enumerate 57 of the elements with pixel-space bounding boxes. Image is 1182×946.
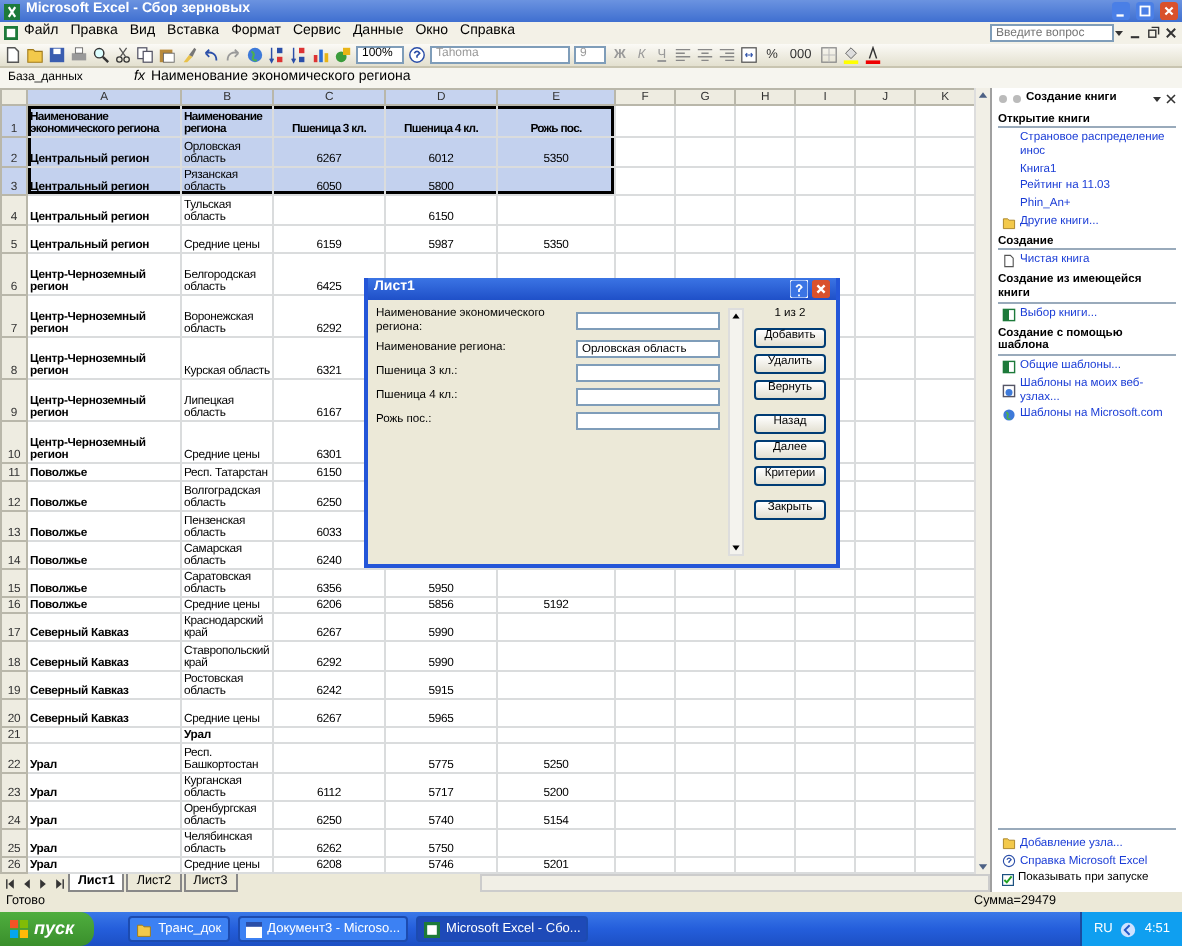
bar-chart-icon[interactable]: [312, 46, 330, 64]
spreadsheet-icon: [424, 921, 441, 937]
input-field[interactable]: [576, 312, 720, 331]
align-right-icon[interactable]: [718, 46, 737, 64]
close-button[interactable]: [1160, 2, 1178, 20]
brush-icon[interactable]: [180, 46, 198, 64]
close-button[interactable]: [812, 280, 830, 298]
input-field[interactable]: [576, 388, 720, 407]
minimize-button[interactable]: [1112, 2, 1130, 20]
merge-cells-icon[interactable]: [740, 46, 759, 64]
checkbox[interactable]: [1002, 873, 1014, 886]
fill-bucket-icon[interactable]: [841, 46, 860, 64]
magnifier-icon[interactable]: [92, 46, 110, 64]
folder-icon: [136, 921, 153, 937]
input-field[interactable]: [576, 364, 720, 383]
close-icon[interactable]: [1166, 93, 1176, 104]
align-left-icon[interactable]: [674, 46, 693, 64]
undo-icon[interactable]: [202, 46, 220, 64]
scroll-up-arrow-icon[interactable]: [730, 310, 742, 322]
spreadsheet-icon[interactable]: [1002, 359, 1016, 374]
folder-icon[interactable]: [1002, 215, 1016, 230]
scissors-icon[interactable]: [114, 46, 132, 64]
help-icon[interactable]: [408, 46, 426, 64]
maximize-button[interactable]: [1136, 2, 1154, 20]
printer-icon[interactable]: [70, 46, 88, 64]
align-center-icon[interactable]: [696, 46, 715, 64]
windows-flag-icon: [10, 920, 28, 938]
help-icon[interactable]: [1002, 854, 1016, 869]
clipboard-icon[interactable]: [158, 46, 176, 64]
word-document-icon: [245, 921, 262, 937]
next-sheet-arrow-icon[interactable]: [36, 875, 50, 891]
dropdown-arrow-icon[interactable]: [1114, 28, 1124, 38]
shapes-icon[interactable]: [334, 46, 352, 64]
input-field[interactable]: [576, 412, 720, 431]
globe-icon[interactable]: [246, 46, 264, 64]
first-sheet-arrow-icon[interactable]: [4, 875, 18, 891]
sort-ascending-icon[interactable]: [268, 46, 286, 64]
dropdown-arrow-icon[interactable]: [1152, 93, 1162, 104]
spreadsheet-icon[interactable]: [1002, 307, 1016, 322]
excel-document-icon[interactable]: [4, 26, 18, 40]
excel-logo-icon: [4, 3, 20, 19]
restore-icon[interactable]: [1146, 26, 1160, 40]
save-icon[interactable]: [48, 46, 66, 64]
close-icon[interactable]: [1164, 26, 1178, 40]
font-color-icon[interactable]: [863, 46, 882, 64]
copy-icon[interactable]: [136, 46, 154, 64]
horizontal-scrollbar[interactable]: [479, 874, 990, 892]
previous-sheet-arrow-icon[interactable]: [20, 875, 34, 891]
tray-icon[interactable]: [1120, 921, 1137, 937]
help-button[interactable]: [790, 280, 808, 298]
web-page-icon[interactable]: [1002, 384, 1016, 399]
last-sheet-arrow-icon[interactable]: [52, 875, 66, 891]
document-icon[interactable]: [1002, 254, 1016, 269]
globe-icon[interactable]: [1002, 408, 1016, 423]
sort-descending-icon[interactable]: [290, 46, 308, 64]
scroll-down-arrow-icon[interactable]: [730, 542, 742, 554]
borders-icon[interactable]: [819, 46, 838, 64]
